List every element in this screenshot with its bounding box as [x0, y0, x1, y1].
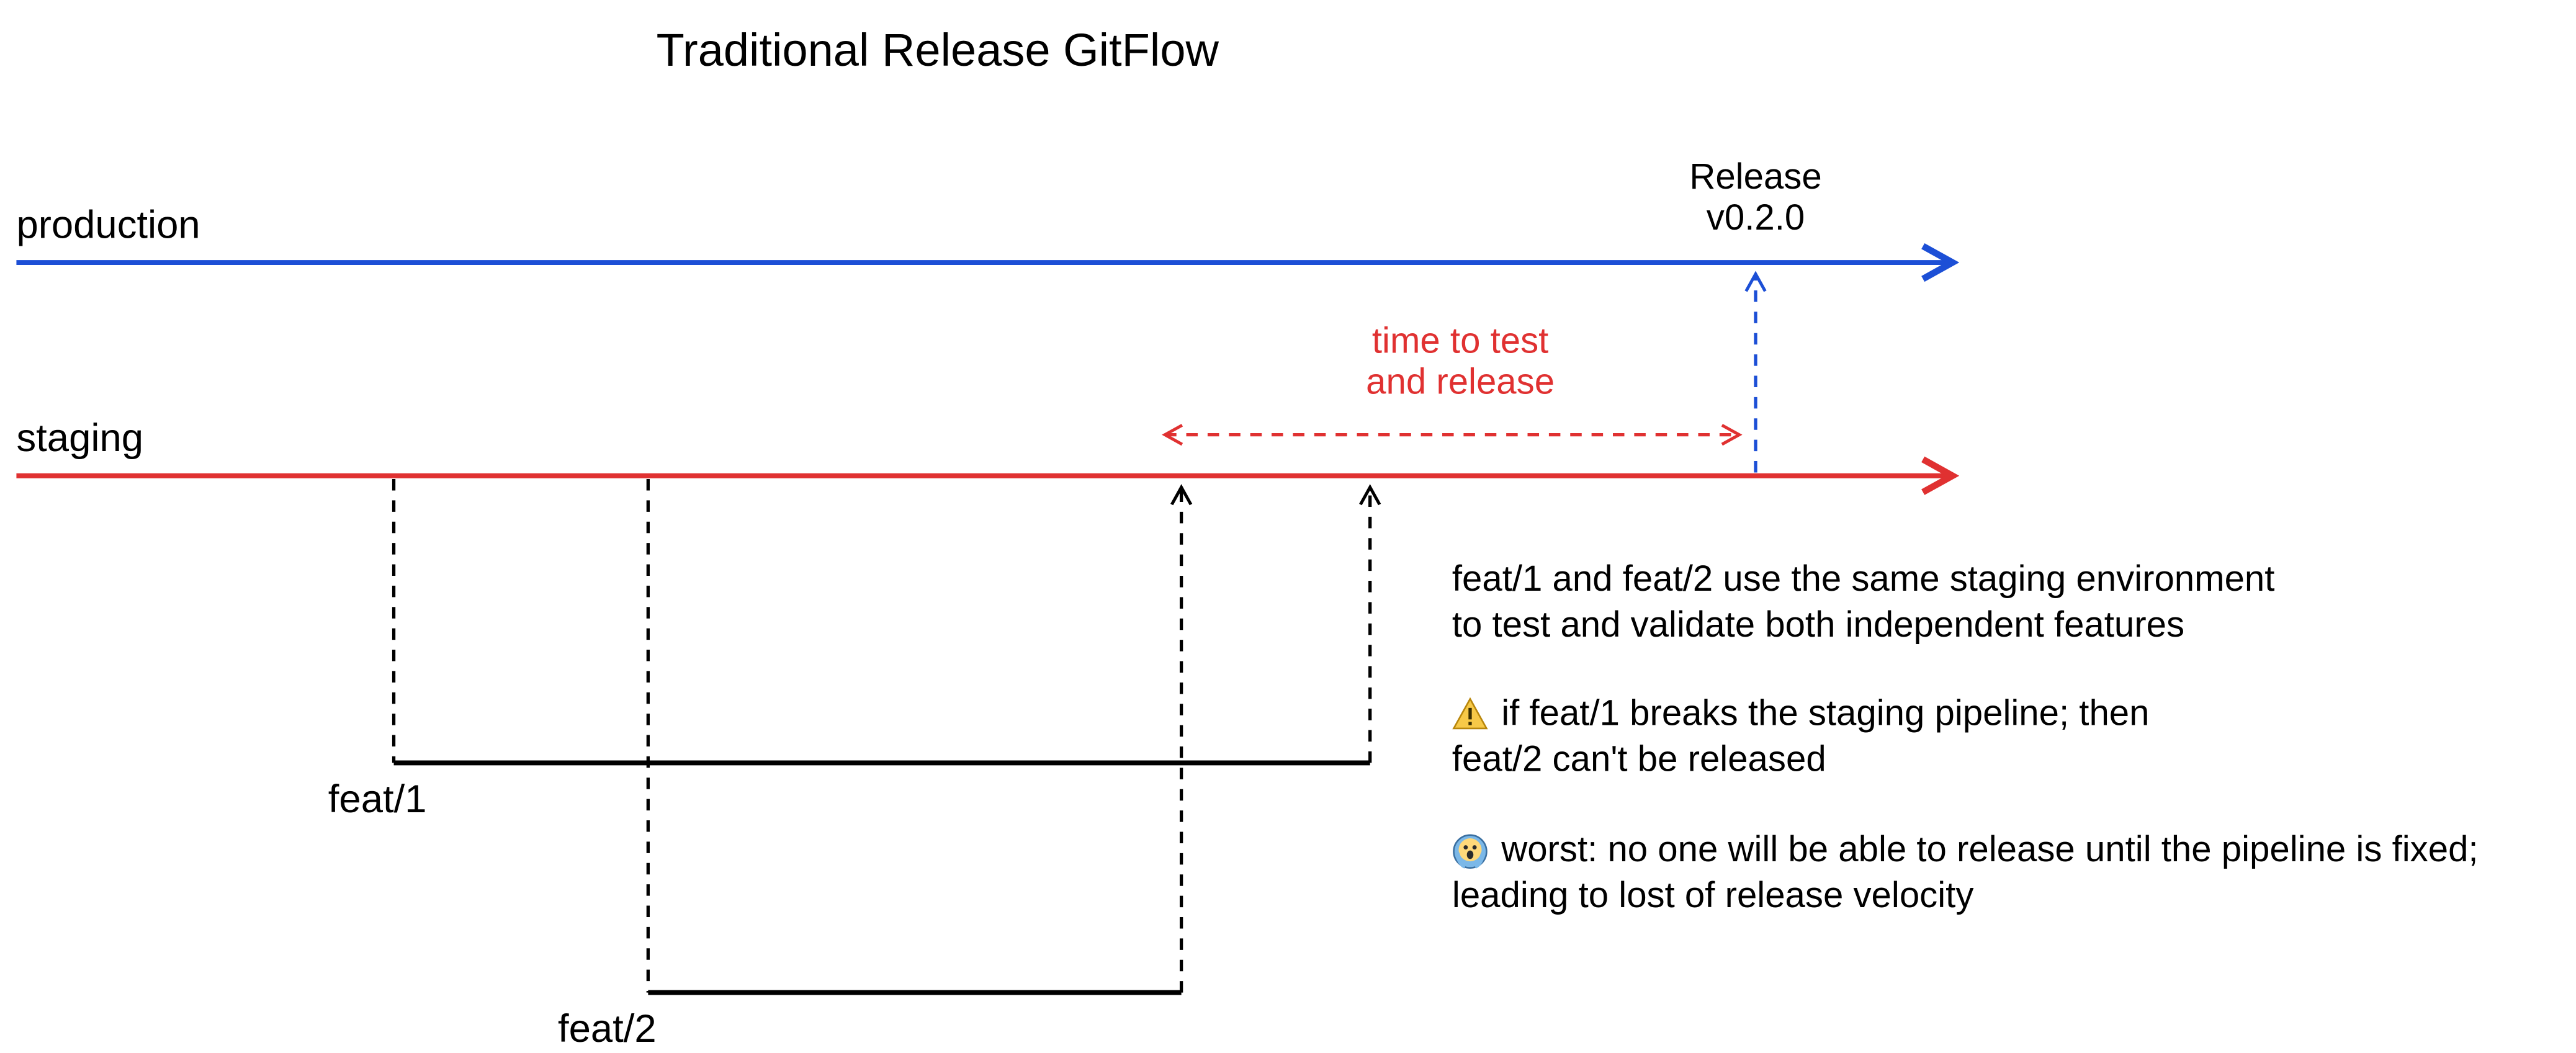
note-p1-line2: to test and validate both independent fe…: [1452, 604, 2184, 645]
production-label: production: [16, 203, 200, 246]
feat2-label: feat/2: [558, 1007, 657, 1050]
time-to-test-label-line1: time to test: [1372, 320, 1548, 361]
gitflow-diagram: Traditional Release GitFlow production R…: [0, 0, 2576, 1050]
feat1-label: feat/1: [328, 777, 427, 821]
scream-icon: [1454, 835, 1487, 868]
staging-label: staging: [16, 416, 143, 460]
warning-icon: [1454, 699, 1487, 728]
note-p3-line1: worst: no one will be able to release un…: [1501, 829, 2478, 869]
time-to-test-label-line2: and release: [1366, 362, 1555, 402]
note-p1-line1: feat/1 and feat/2 use the same staging e…: [1452, 558, 2275, 599]
release-label-line1: Release: [1689, 156, 1821, 197]
note-p2-line1: if feat/1 breaks the staging pipeline; t…: [1501, 693, 2149, 733]
release-label-line2: v0.2.0: [1707, 197, 1805, 238]
diagram-title: Traditional Release GitFlow: [657, 24, 1219, 76]
notes-block: feat/1 and feat/2 use the same staging e…: [1452, 558, 2479, 915]
note-p3-line2: leading to lost of release velocity: [1452, 875, 1974, 915]
note-p2-line2: feat/2 can't be released: [1452, 739, 1826, 779]
